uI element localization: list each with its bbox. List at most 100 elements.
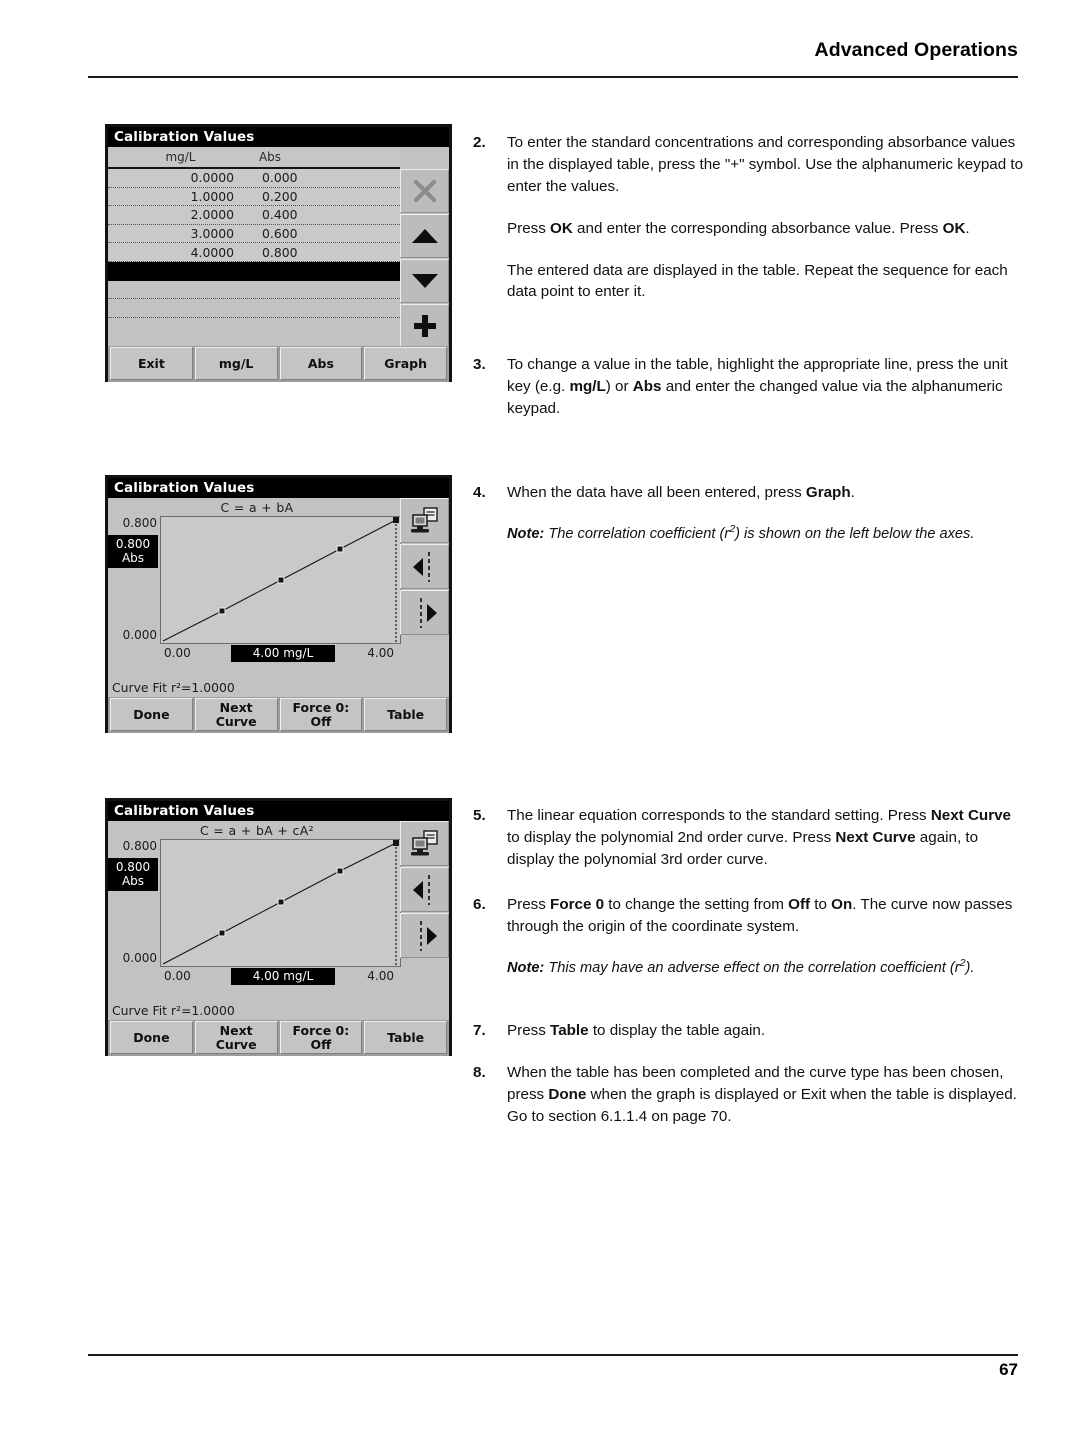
send-to-pc-button[interactable] [400,821,449,866]
x-axis-right-label: 4.00 [367,646,394,660]
delete-x-icon [412,178,438,204]
step-body: Press Force 0 to change the setting from… [507,894,1025,979]
text-run: ) is shown on the left below the axes. [735,525,975,542]
softkey-done[interactable]: Done [110,698,193,731]
step-body: To enter the standard concentrations and… [507,132,1025,303]
softkey-force-zero[interactable]: Force 0: Off [279,698,363,731]
step-4: 4. When the data have all been entered, … [473,482,1025,545]
add-row-button[interactable] [400,304,449,348]
softkey-table[interactable]: Table [364,1021,447,1054]
step-6: 6. Press Force 0 to change the setting f… [473,894,1025,979]
plus-icon [412,313,438,339]
text-run: ). [965,959,975,976]
softkey-done[interactable]: Done [110,1021,193,1054]
table-row[interactable]: 0.0000 0.000 [108,169,400,188]
footer-rule [88,1354,1018,1356]
text-run-bold: Done [548,1085,587,1103]
text-run-bold: mg/L [569,377,606,395]
text-run-bold: Abs [632,377,662,395]
calibration-curve-svg [162,517,399,643]
step-paragraph: The linear equation corresponds to the s… [507,805,1025,871]
cursor-left-icon [409,551,441,583]
table-row[interactable] [108,299,400,318]
graph-softkey-bar: Done Next Curve Force 0: Off Table [108,1020,449,1056]
device-title: Calibration Values [108,478,449,498]
y-cursor-readout: 0.800 Abs [108,535,158,569]
step-body: When the table has been completed and th… [507,1062,1025,1128]
step-body: The linear equation corresponds to the s… [507,805,1025,871]
device-body: C = a + bA + cA² 0.800 0.800 Abs 0.000 0… [108,821,449,1056]
y-axis-top-label: 0.800 [122,839,157,853]
calibration-curve-svg [162,840,399,966]
delete-row-button[interactable] [400,169,449,213]
softkey-mgl[interactable]: mg/L [194,347,278,380]
step-note: Note: The correlation coefficient (r2) i… [507,524,1025,545]
cell-concentration: 0.0000 [190,170,234,186]
step-paragraph: Press OK and enter the corresponding abs… [507,218,1025,240]
text-run: The correlation coefficient (r [544,525,730,542]
cursor-right-button[interactable] [400,913,449,958]
step-3: 3. To change a value in the table, highl… [473,354,1025,420]
step-number: 4. [473,484,486,501]
text-run-bold: Graph [805,484,851,501]
table-row[interactable]: 4.0000 0.800 [108,243,400,262]
text-run-bold: Next Curve [835,828,916,846]
scroll-down-button[interactable] [400,259,449,303]
text-run: Press [507,896,551,913]
y-cursor-unit: Abs [121,551,145,566]
calibration-graph: C = a + bA + cA² 0.800 0.800 Abs 0.000 0… [108,821,406,1020]
softkey-exit[interactable]: Exit [110,347,193,380]
note-label: Note: [507,959,545,976]
table-row[interactable]: 1.0000 0.200 [108,187,400,207]
table-row[interactable]: 3.0000 0.600 [108,224,400,244]
softkey-next-curve[interactable]: Next Curve [194,698,278,731]
text-run: ) or [605,377,633,395]
text-run-bold: Force 0 [550,896,605,913]
cursor-left-button[interactable] [400,544,449,589]
graph-softkey-bar: Done Next Curve Force 0: Off Table [108,697,449,733]
calibration-table: mg/L Abs 0.0000 0.000 1.0000 0.200 2.000… [108,147,400,346]
table-row[interactable]: 2.0000 0.400 [108,206,400,225]
x-axis-right-label: 4.00 [367,969,394,983]
softkey-abs[interactable]: Abs [279,347,363,380]
cursor-right-button[interactable] [400,590,449,635]
softkey-table[interactable]: Table [364,698,447,731]
table-softkey-bar: Exit mg/L Abs Graph [108,346,449,382]
cell-absorbance: 0.200 [262,188,298,204]
table-header-row: mg/L Abs [108,147,400,169]
text-run: Press [507,219,551,237]
text-run: When the data have all been entered, pre… [507,484,806,501]
cell-absorbance: 0.400 [262,207,298,223]
softkey-graph[interactable]: Graph [364,347,447,380]
device-screenshot-calibration-graph-polynomial: Calibration Values C = a + bA + cA² 0.80… [105,798,452,1056]
text-run-bold: OK [942,219,966,237]
page-header: Advanced Operations [88,39,1018,61]
step-paragraph: To enter the standard concentrations and… [507,134,1024,195]
text-run-bold: On [831,896,853,913]
table-row[interactable] [108,280,400,300]
y-cursor-value: 0.800 [115,860,151,874]
y-cursor-unit: Abs [121,874,145,889]
text-run: The linear equation corresponds to the s… [507,807,931,824]
plot-area[interactable] [160,516,401,644]
softkey-next-curve[interactable]: Next Curve [194,1021,278,1054]
graph-equation: C = a + bA [220,500,294,515]
step-body: When the data have all been entered, pre… [507,482,1025,545]
cursor-left-button[interactable] [400,867,449,912]
y-axis-bottom-label: 0.000 [122,628,157,642]
arrow-up-icon [411,227,439,245]
step-body: To change a value in the table, highligh… [507,354,1025,420]
send-to-pc-icon [410,506,440,535]
header-rule [88,76,1018,78]
cell-absorbance: 0.800 [262,244,298,260]
send-to-pc-button[interactable] [400,498,449,543]
plot-area[interactable] [160,839,401,967]
scroll-up-button[interactable] [400,214,449,258]
text-run: . [965,219,970,237]
table-row-selected[interactable] [108,261,400,281]
device-body: C = a + bA 0.800 0.800 Abs 0.000 0.00 4.… [108,498,449,733]
y-axis-bottom-label: 0.000 [122,951,157,965]
softkey-force-zero[interactable]: Force 0: Off [279,1021,363,1054]
column-header-concentration: mg/L [165,150,196,164]
column-header-absorbance: Abs [258,150,282,164]
